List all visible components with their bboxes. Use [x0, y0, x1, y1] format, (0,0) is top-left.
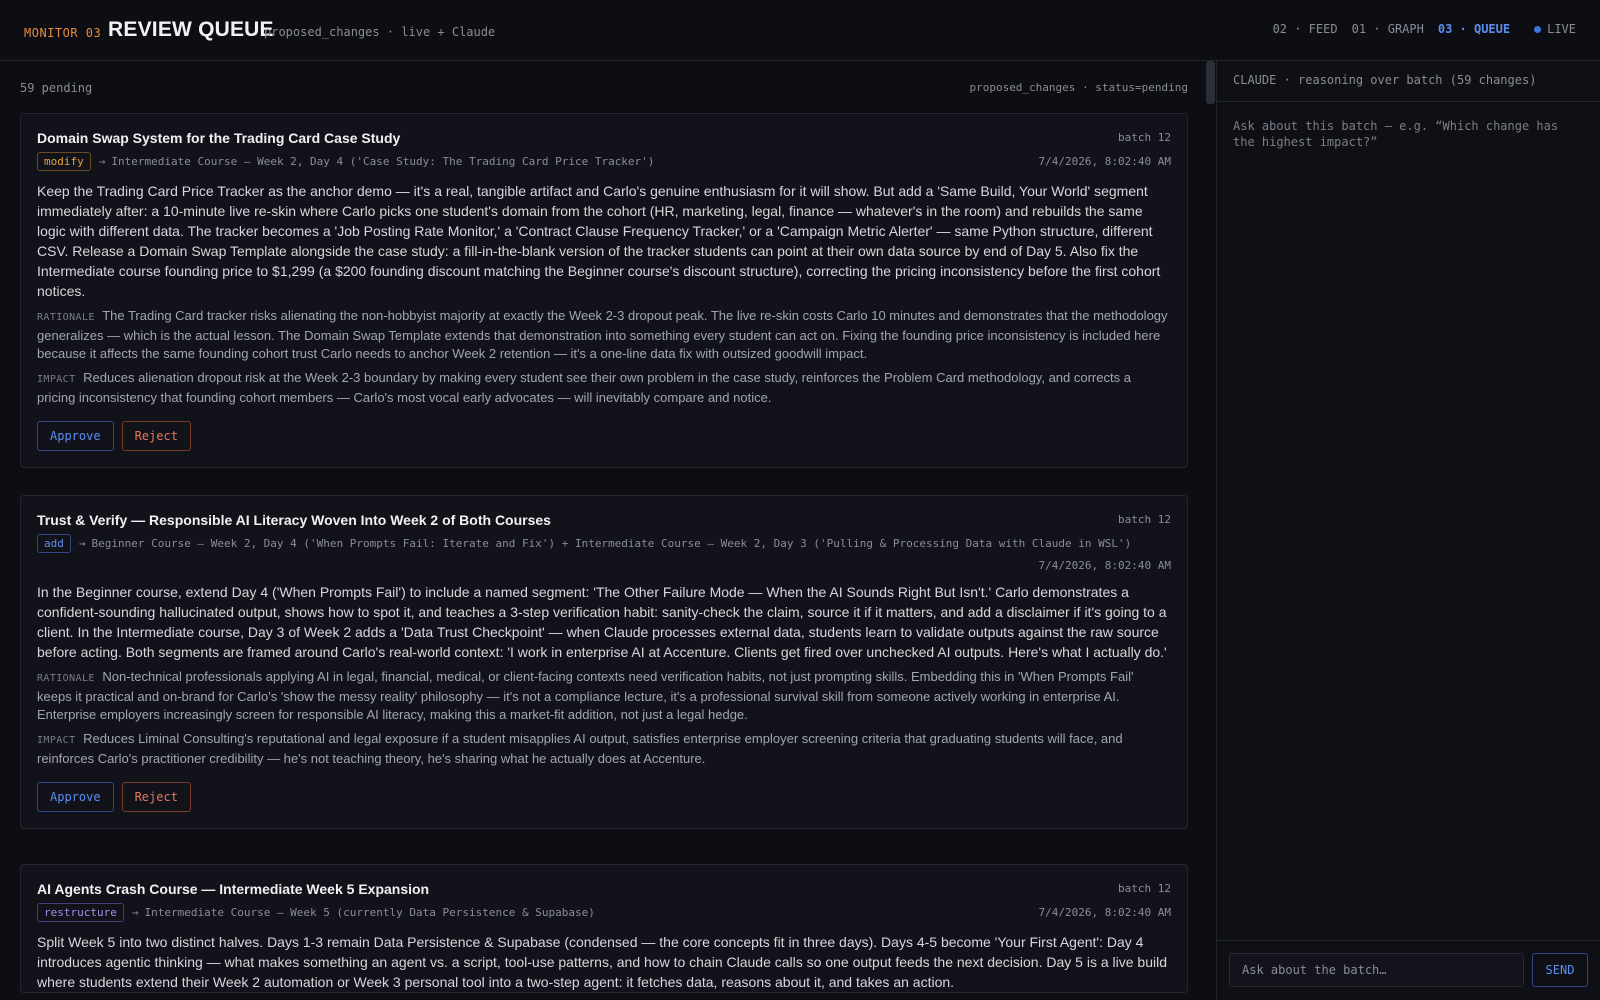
change-type-badge: restructure	[37, 903, 124, 922]
send-button[interactable]: SEND	[1532, 953, 1588, 987]
rationale-section: RATIONALE Non-technical professionals ap…	[37, 668, 1171, 724]
batch-label: batch 12	[1118, 513, 1171, 526]
impact-section: IMPACT Reduces Liminal Consulting's repu…	[37, 730, 1171, 768]
impact-text: Reduces Liminal Consulting's reputationa…	[37, 731, 1123, 766]
pending-count: 59 pending	[20, 81, 93, 95]
card-actions: Approve Reject	[37, 782, 1171, 828]
impact-label: IMPACT	[37, 374, 76, 385]
change-card: AI Agents Crash Course — Intermediate We…	[20, 864, 1188, 993]
card-actions: Approve Reject	[37, 421, 1171, 467]
change-target: Intermediate Course — Week 2, Day 4 ('Ca…	[111, 155, 655, 168]
change-target: Intermediate Course — Week 5 (currently …	[144, 906, 595, 919]
arrow-right-icon: →	[131, 906, 139, 919]
queue-header: 59 pending proposed_changes · status=pen…	[20, 81, 1188, 95]
rationale-text: Non-technical professionals applying AI …	[37, 669, 1134, 722]
card-meta: modify → Intermediate Course — Week 2, D…	[37, 152, 1171, 171]
change-card: Domain Swap System for the Trading Card …	[20, 113, 1188, 468]
reject-button[interactable]: Reject	[121, 782, 191, 812]
arrow-right-icon: →	[98, 155, 106, 168]
nav-graph[interactable]: 01 · GRAPH	[1352, 22, 1424, 36]
card-meta: add → Beginner Course — Week 2, Day 4 ('…	[37, 534, 1171, 553]
live-indicator: LIVE	[1534, 22, 1576, 36]
reject-button[interactable]: Reject	[121, 421, 191, 451]
monitor-label: MONITOR 03	[24, 26, 102, 40]
impact-section: IMPACT Reduces alienation dropout risk a…	[37, 369, 1171, 407]
rationale-text: The Trading Card tracker risks alienatin…	[37, 308, 1168, 361]
change-target: Beginner Course — Week 2, Day 4 ('When P…	[91, 537, 1132, 550]
rationale-section: RATIONALE The Trading Card tracker risks…	[37, 307, 1171, 363]
change-card: Trust & Verify — Responsible AI Literacy…	[20, 495, 1188, 829]
page-subtitle: proposed_changes · live + Claude	[264, 25, 496, 39]
claude-panel: CLAUDE · reasoning over batch (59 change…	[1216, 61, 1600, 1000]
page-title: REVIEW QUEUE	[108, 18, 274, 41]
batch-label: batch 12	[1118, 131, 1171, 144]
change-type-badge: add	[37, 534, 71, 553]
rationale-label: RATIONALE	[37, 673, 95, 684]
nav-queue[interactable]: 03 · QUEUE	[1438, 22, 1510, 36]
claude-hint: Ask about this batch — e.g. “Which chang…	[1233, 119, 1559, 149]
card-title: Trust & Verify — Responsible AI Literacy…	[37, 512, 551, 528]
claude-panel-header: CLAUDE · reasoning over batch (59 change…	[1217, 61, 1600, 102]
impact-text: Reduces alienation dropout risk at the W…	[37, 370, 1131, 405]
approve-button[interactable]: Approve	[37, 421, 114, 451]
card-body: Split Week 5 into two distinct halves. D…	[37, 934, 1167, 990]
claude-input-bar: SEND	[1217, 940, 1600, 1000]
impact-label: IMPACT	[37, 735, 76, 746]
card-body: Keep the Trading Card Price Tracker as t…	[37, 183, 1161, 299]
card-timestamp: 7/4/2026, 8:02:40 AM	[1038, 155, 1171, 168]
scrollbar-thumb[interactable]	[1206, 61, 1215, 104]
batch-question-input[interactable]	[1229, 953, 1524, 987]
nav-feed[interactable]: 02 · FEED	[1273, 22, 1338, 36]
top-nav: 02 · FEED 01 · GRAPH 03 · QUEUE LIVE	[1273, 22, 1576, 36]
rationale-label: RATIONALE	[37, 312, 95, 323]
card-timestamp: 7/4/2026, 8:02:40 AM	[1038, 906, 1171, 919]
card-title: Domain Swap System for the Trading Card …	[37, 130, 401, 146]
review-queue-panel: 59 pending proposed_changes · status=pen…	[0, 61, 1218, 1000]
arrow-right-icon: →	[78, 537, 86, 550]
card-timestamp: 7/4/2026, 8:02:40 AM	[1038, 559, 1171, 572]
top-bar: MONITOR 03 REVIEW QUEUE proposed_changes…	[0, 0, 1600, 61]
live-label: LIVE	[1547, 22, 1576, 36]
batch-label: batch 12	[1118, 882, 1171, 895]
approve-button[interactable]: Approve	[37, 782, 114, 812]
queue-filter: proposed_changes · status=pending	[969, 81, 1188, 94]
card-title: AI Agents Crash Course — Intermediate We…	[37, 881, 430, 897]
card-meta: restructure → Intermediate Course — Week…	[37, 903, 1171, 922]
live-dot-icon	[1534, 25, 1542, 33]
change-type-badge: modify	[37, 152, 91, 171]
card-body: In the Beginner course, extend Day 4 ('W…	[37, 584, 1167, 660]
